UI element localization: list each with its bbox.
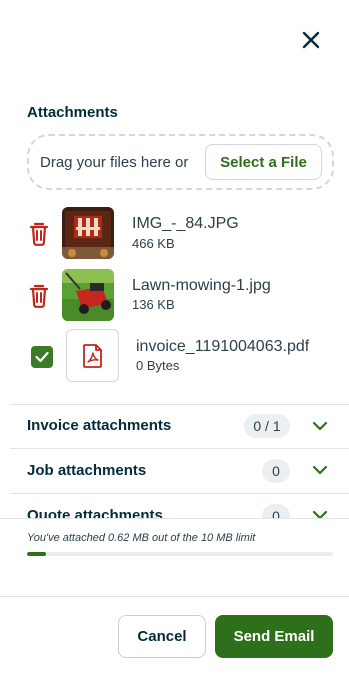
job-attachments-section[interactable]: Job attachments 0: [0, 449, 349, 493]
select-file-button[interactable]: Select a File: [205, 144, 322, 180]
file-name: invoice_1191004063.pdf: [136, 338, 310, 355]
send-email-button[interactable]: Send Email: [215, 615, 333, 658]
file-thumbnail: [62, 269, 114, 321]
pdf-thumbnail: [66, 329, 119, 382]
close-icon: [302, 31, 320, 49]
close-button[interactable]: [296, 26, 326, 54]
attachment-limit: You've attached 0.62 MB out of the 10 MB…: [0, 518, 349, 558]
file-size: 466 KB: [132, 236, 175, 251]
limit-progress-fill: [27, 552, 46, 556]
chevron-down-icon: [312, 421, 328, 431]
checkmark-icon: [35, 351, 49, 363]
trash-icon[interactable]: [28, 283, 50, 309]
invoice-attachments-section[interactable]: Invoice attachments 0 / 1: [0, 405, 349, 449]
trash-icon[interactable]: [28, 221, 50, 247]
select-checkbox[interactable]: [31, 346, 53, 368]
file-row: invoice_1191004063.pdf 0 Bytes: [0, 329, 349, 385]
section-label: Invoice attachments: [27, 417, 172, 434]
pdf-icon: [82, 343, 102, 368]
file-row: Lawn-mowing-1.jpg 136 KB: [0, 269, 349, 325]
file-thumbnail: [62, 207, 114, 259]
limit-progress-bar: [27, 552, 333, 556]
attachments-title: Attachments: [27, 104, 118, 121]
dropzone-text: Drag your files here or: [40, 153, 189, 171]
chevron-down-icon: [312, 465, 328, 475]
count-badge: 0 / 1: [244, 414, 290, 438]
file-dropzone[interactable]: Drag your files here or Select a File: [27, 134, 334, 190]
footer-divider: [0, 596, 349, 597]
cancel-button[interactable]: Cancel: [118, 615, 206, 658]
file-size: 136 KB: [132, 297, 175, 312]
file-name: IMG_-_84.JPG: [132, 215, 239, 232]
limit-text: You've attached 0.62 MB out of the 10 MB…: [27, 532, 256, 544]
file-size: 0 Bytes: [136, 358, 180, 373]
count-badge: 0: [262, 459, 290, 483]
section-label: Job attachments: [27, 462, 147, 479]
file-name: Lawn-mowing-1.jpg: [132, 277, 271, 294]
file-row: IMG_-_84.JPG 466 KB: [0, 207, 349, 263]
